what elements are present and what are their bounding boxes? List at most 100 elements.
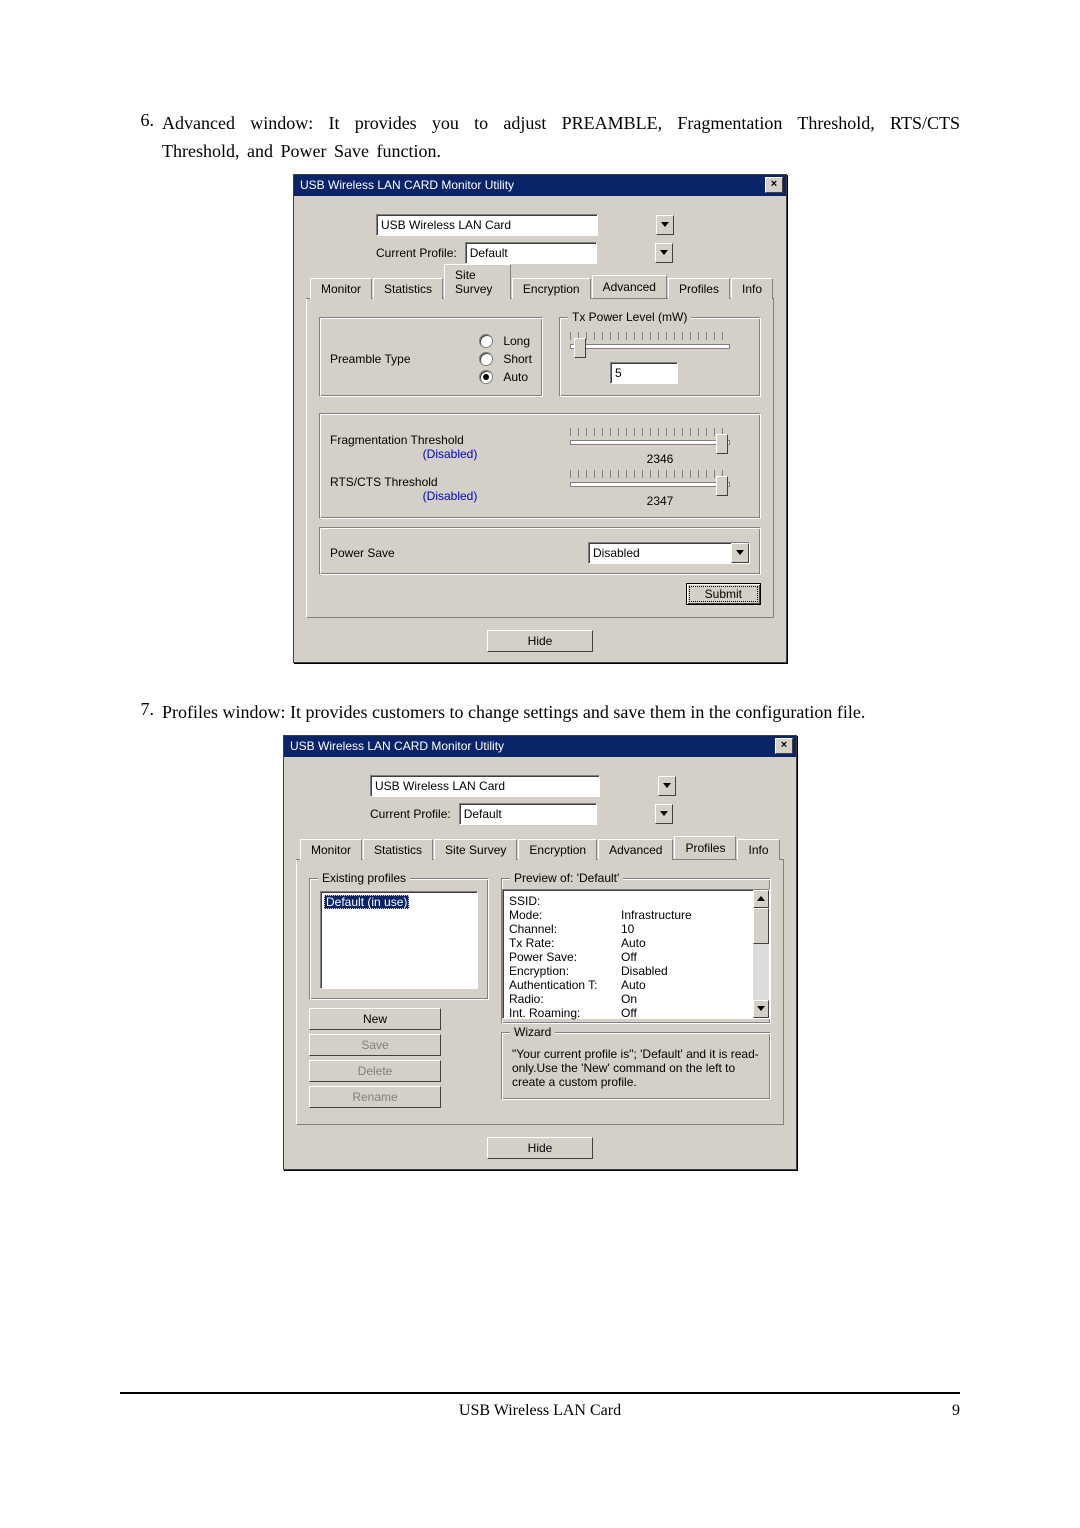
document-page: 6. Advanced window: It provides you to a… — [0, 0, 1080, 1460]
card-select[interactable]: USB Wireless LAN Card — [370, 775, 600, 797]
tab-statistics[interactable]: Statistics — [363, 839, 433, 860]
item-number: 7. — [120, 699, 162, 727]
dropdown-icon[interactable] — [655, 804, 673, 824]
current-profile-label: Current Profile: — [370, 807, 451, 821]
preview-value: 10 — [621, 922, 634, 936]
item-text: Profiles window: It provides customers t… — [162, 699, 960, 727]
preview-key: Mode: — [509, 908, 621, 922]
tab-profiles[interactable]: Profiles — [668, 278, 730, 299]
rts-value: 2347 — [570, 494, 750, 508]
footer-rule — [120, 1392, 960, 1394]
profile-select[interactable]: Default — [465, 242, 597, 264]
frag-status: (Disabled) — [330, 447, 570, 461]
tab-monitor[interactable]: Monitor — [310, 278, 372, 299]
tab-info[interactable]: Info — [737, 839, 779, 860]
power-save-select[interactable]: Disabled — [588, 542, 750, 564]
close-icon[interactable]: × — [775, 738, 793, 754]
tx-power-slider[interactable] — [570, 332, 730, 356]
preview-value: On — [621, 992, 637, 1006]
dropdown-icon[interactable] — [658, 776, 676, 796]
rts-status: (Disabled) — [330, 489, 570, 503]
frag-label: Fragmentation Threshold — [330, 433, 570, 447]
scroll-up-icon[interactable] — [753, 890, 769, 908]
preview-key: Encryption: — [509, 964, 621, 978]
rename-button[interactable]: Rename — [309, 1086, 441, 1108]
list-item[interactable]: Default (in use) — [324, 895, 409, 909]
card-select[interactable]: USB Wireless LAN Card — [376, 214, 598, 236]
scroll-down-icon[interactable] — [753, 1000, 769, 1018]
preamble-label: Preamble Type — [330, 352, 479, 366]
rts-slider[interactable] — [570, 470, 730, 494]
page-footer: USB Wireless LAN Card 9 — [0, 1402, 1080, 1420]
submit-button[interactable]: Submit — [686, 583, 761, 605]
tab-statistics[interactable]: Statistics — [373, 278, 443, 299]
tab-site-survey[interactable]: Site Survey — [434, 839, 517, 860]
preview-row: Authentication T:Auto — [509, 978, 747, 992]
preview-row: Int. Roaming:Off — [509, 1006, 747, 1020]
tab-strip: Monitor Statistics Site Survey Encryptio… — [306, 276, 774, 299]
tab-strip: Monitor Statistics Site Survey Encryptio… — [296, 837, 784, 860]
dialog-window: USB Wireless LAN CARD Monitor Utility × … — [293, 174, 787, 663]
footer-title: USB Wireless LAN Card — [459, 1402, 621, 1420]
screenshot-advanced: USB Wireless LAN CARD Monitor Utility × … — [120, 174, 960, 663]
scroll-thumb[interactable] — [753, 908, 769, 944]
power-save-label: Power Save — [330, 546, 588, 560]
tab-encryption[interactable]: Encryption — [518, 839, 597, 860]
dropdown-icon[interactable] — [656, 215, 674, 235]
wizard-legend: Wizard — [510, 1025, 555, 1039]
preview-key: Tx Rate: — [509, 936, 621, 950]
tab-advanced[interactable]: Advanced — [598, 839, 673, 860]
preview-value: Off — [621, 950, 637, 964]
preview-row: Radio:On — [509, 992, 747, 1006]
preview-value: Off — [621, 1006, 637, 1020]
tab-advanced[interactable]: Advanced — [592, 275, 667, 298]
titlebar: USB Wireless LAN CARD Monitor Utility × — [294, 175, 786, 196]
numbered-item-6: 6. Advanced window: It provides you to a… — [120, 110, 960, 166]
scrollbar[interactable] — [753, 890, 769, 1018]
frag-slider[interactable] — [570, 428, 730, 452]
tab-panel-profiles: Existing profiles Default (in use) New S… — [296, 860, 784, 1125]
tab-panel-advanced: Preamble Type Long Short Auto Tx Power L… — [306, 299, 774, 618]
radio-long[interactable]: Long — [479, 334, 532, 348]
preview-value: Auto — [621, 936, 646, 950]
preview-row: Encryption:Disabled — [509, 964, 747, 978]
preview-key: Power Save: — [509, 950, 621, 964]
tx-power-legend: Tx Power Level (mW) — [568, 310, 691, 324]
frag-value: 2346 — [570, 452, 750, 466]
preview-key: Int. Roaming: — [509, 1006, 621, 1020]
preview-content: SSID:Mode:InfrastructureChannel:10Tx Rat… — [503, 890, 753, 1018]
profile-select[interactable]: Default — [459, 803, 597, 825]
preview-row: Power Save:Off — [509, 950, 747, 964]
preview-key: Authentication T: — [509, 978, 621, 992]
titlebar: USB Wireless LAN CARD Monitor Utility × — [284, 736, 796, 757]
preview-value: Disabled — [621, 964, 668, 978]
preview-row: Tx Rate:Auto — [509, 936, 747, 950]
profile-select-value: Default — [466, 245, 596, 261]
item-number: 6. — [120, 110, 162, 166]
preview-row: SSID: — [509, 894, 747, 908]
new-button[interactable]: New — [309, 1008, 441, 1030]
dropdown-icon[interactable] — [731, 543, 749, 563]
preview-value: Auto — [621, 978, 646, 992]
tab-monitor[interactable]: Monitor — [300, 839, 362, 860]
window-title: USB Wireless LAN CARD Monitor Utility — [290, 739, 504, 753]
close-icon[interactable]: × — [765, 177, 783, 193]
delete-button[interactable]: Delete — [309, 1060, 441, 1082]
preview-value: Infrastructure — [621, 908, 692, 922]
radio-short[interactable]: Short — [479, 352, 532, 366]
tab-encryption[interactable]: Encryption — [512, 278, 591, 299]
tab-site-survey[interactable]: Site Survey — [444, 264, 511, 299]
tx-power-value: 5 — [611, 365, 677, 381]
radio-auto[interactable]: Auto — [479, 370, 532, 384]
preview-key: SSID: — [509, 894, 621, 908]
dropdown-icon[interactable] — [655, 243, 673, 263]
page-number: 9 — [952, 1402, 960, 1420]
tab-profiles[interactable]: Profiles — [674, 836, 736, 859]
existing-profiles-list[interactable]: Default (in use) — [320, 891, 478, 989]
numbered-item-7: 7. Profiles window: It provides customer… — [120, 699, 960, 727]
preview-key: Radio: — [509, 992, 621, 1006]
hide-button[interactable]: Hide — [487, 1137, 594, 1159]
tab-info[interactable]: Info — [731, 278, 773, 299]
hide-button[interactable]: Hide — [487, 630, 594, 652]
save-button[interactable]: Save — [309, 1034, 441, 1056]
